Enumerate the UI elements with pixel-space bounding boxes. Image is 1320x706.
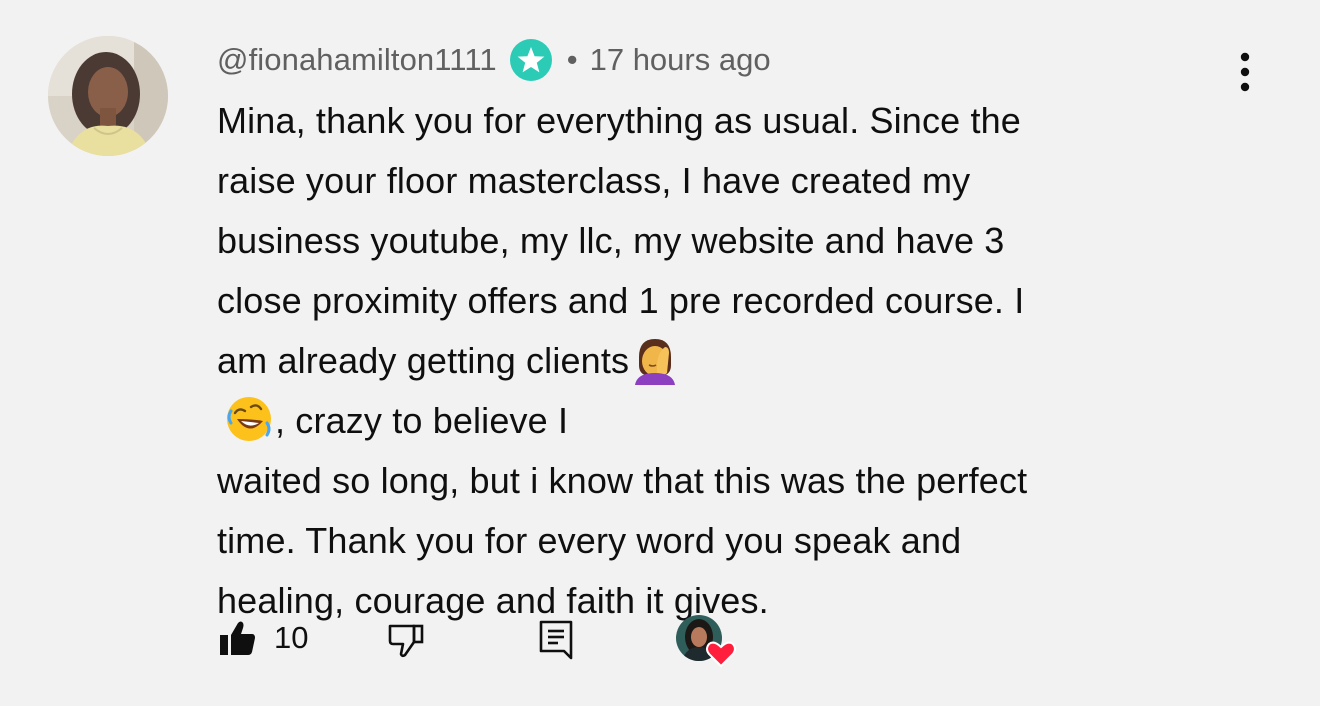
comment-line: waited so long, but i know that this was…: [217, 460, 1028, 501]
star-badge-icon: [509, 38, 553, 82]
rolling-on-floor-laughing-emoji: [223, 393, 275, 445]
like-button[interactable]: 10: [216, 612, 308, 664]
dislike-button[interactable]: [384, 612, 428, 664]
creator-heart[interactable]: [676, 612, 740, 668]
comment-timestamp[interactable]: 17 hours ago: [590, 42, 771, 78]
comment-line: business youtube, my llc, my website and…: [217, 220, 1005, 261]
comment-line-with-emoji: , crazy to believe I: [217, 391, 1257, 451]
comment-line: raise your floor masterclass, I have cre…: [217, 160, 971, 201]
comment-line-with-emoji: am already getting clients: [217, 331, 1257, 391]
comment-line: close proximity offers and 1 pre recorde…: [217, 280, 1025, 321]
comment-line: time. Thank you for every word you speak…: [217, 520, 962, 561]
author-handle[interactable]: @fionahamilton1111: [217, 42, 497, 78]
reply-button[interactable]: [536, 612, 576, 664]
comment-line: Mina, thank you for everything as usual.…: [217, 100, 1021, 141]
comment-text: Mina, thank you for everything as usual.…: [217, 91, 1257, 631]
thumbs-up-filled-icon: [220, 621, 255, 655]
comment-text-segment: am already getting clients: [217, 340, 630, 381]
comment-text-segment: , crazy to believe I: [275, 400, 569, 441]
avatar-image: [48, 36, 168, 156]
face-palm-emoji: [629, 333, 681, 385]
more-options-button[interactable]: [1224, 48, 1266, 96]
creator-heart-icon: [706, 641, 736, 668]
like-count: 10: [274, 620, 309, 655]
more-vert-icon: [1240, 52, 1250, 92]
header-separator: •: [566, 42, 578, 77]
comment-reply-icon: [539, 620, 573, 660]
thumbs-down-outline-icon: [388, 624, 424, 658]
comment-thread: @fionahamilton1111 • 17 hours ago Mina, …: [0, 0, 1320, 706]
comment-header: @fionahamilton1111 • 17 hours ago: [217, 38, 771, 82]
author-avatar[interactable]: [48, 36, 168, 156]
